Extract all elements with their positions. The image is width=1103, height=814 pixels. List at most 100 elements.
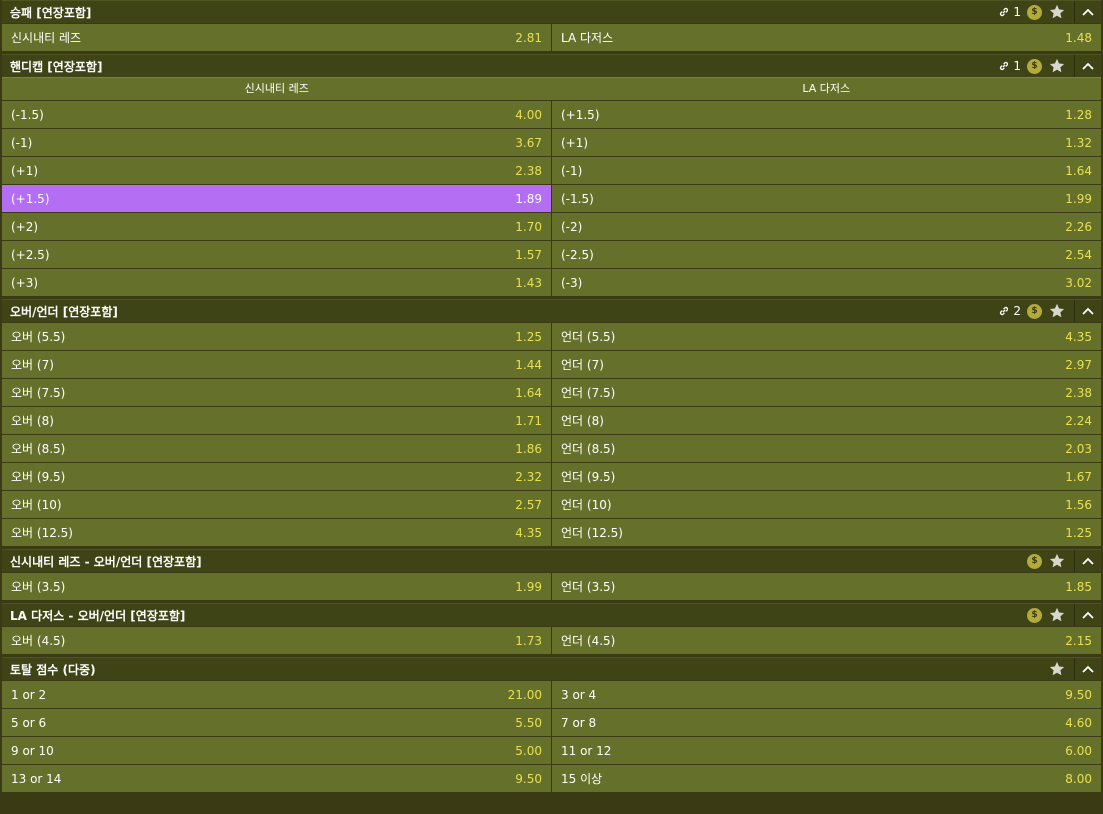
odds-button[interactable]: (-1.5) 1.99 xyxy=(552,185,1101,212)
odds-row: 5 or 6 5.50 7 or 8 4.60 xyxy=(2,709,1101,736)
selection-label: 오버 (3.5) xyxy=(11,580,66,594)
odds-row: 오버 (3.5) 1.99 언더 (3.5) 1.85 xyxy=(2,573,1101,600)
selection-label: 언더 (9.5) xyxy=(561,470,616,484)
market-title: 신시내티 레즈 - 오버/언더 [연장포함] xyxy=(10,554,202,569)
odds-button[interactable]: (+1) 2.38 xyxy=(2,157,551,184)
collapse-button[interactable] xyxy=(1074,658,1101,680)
collapse-button[interactable] xyxy=(1074,1,1101,23)
coin-icon[interactable]: $ xyxy=(1027,607,1042,623)
odds-button[interactable]: 신시내티 레즈 2.81 xyxy=(2,24,551,51)
selection-label: 언더 (5.5) xyxy=(561,330,616,344)
odds-button[interactable]: 언더 (9.5) 1.67 xyxy=(552,463,1101,490)
odds-button[interactable]: 언더 (10) 1.56 xyxy=(552,491,1101,518)
selection-label: 15 이상 xyxy=(561,772,603,786)
market-header[interactable]: LA 다저스 - 오버/언더 [연장포함] $ xyxy=(2,603,1101,626)
odds-value: 2.15 xyxy=(1065,633,1092,648)
odds-button[interactable]: (-1) 3.67 xyxy=(2,129,551,156)
odds-row: 오버 (8) 1.71 언더 (8) 2.24 xyxy=(2,407,1101,434)
odds-button[interactable]: 언더 (4.5) 2.15 xyxy=(552,627,1101,654)
odds-button[interactable]: 오버 (9.5) 2.32 xyxy=(2,463,551,490)
market-tools: $ xyxy=(1027,550,1101,572)
selection-label: 언더 (3.5) xyxy=(561,580,616,594)
odds-value: 2.38 xyxy=(1065,385,1092,400)
star-icon[interactable] xyxy=(1048,660,1066,678)
odds-button[interactable]: 5 or 6 5.50 xyxy=(2,709,551,736)
odds-button[interactable]: (-3) 3.02 xyxy=(552,269,1101,296)
odds-button[interactable]: 오버 (7.5) 1.64 xyxy=(2,379,551,406)
odds-button[interactable]: LA 다저스 1.48 xyxy=(552,24,1101,51)
selection-label: 언더 (7.5) xyxy=(561,386,616,400)
odds-button[interactable]: 언더 (12.5) 1.25 xyxy=(552,519,1101,546)
market-tools xyxy=(1048,658,1101,680)
odds-button[interactable]: (-2.5) 2.54 xyxy=(552,241,1101,268)
odds-button[interactable]: 언더 (8.5) 2.03 xyxy=(552,435,1101,462)
star-icon[interactable] xyxy=(1048,302,1066,320)
odds-button[interactable]: (+1.5) 1.89 xyxy=(2,185,551,212)
odds-button[interactable]: (+2) 1.70 xyxy=(2,213,551,240)
odds-button[interactable]: 15 이상 8.00 xyxy=(552,765,1101,792)
market-section: 신시내티 레즈 - 오버/언더 [연장포함] $ 오버 (3.5) 1.99 언더 (3… xyxy=(2,549,1101,600)
link-count: 1 xyxy=(1013,59,1021,73)
coin-icon[interactable]: $ xyxy=(1027,4,1042,20)
star-icon[interactable] xyxy=(1048,552,1066,570)
market-header[interactable]: 핸디캡 [연장포함] 1 $ xyxy=(2,54,1101,77)
odds-button[interactable]: (-2) 2.26 xyxy=(552,213,1101,240)
odds-value: 1.67 xyxy=(1065,469,1092,484)
odds-button[interactable]: 오버 (8.5) 1.86 xyxy=(2,435,551,462)
star-icon[interactable] xyxy=(1048,57,1066,75)
odds-button[interactable]: 언더 (3.5) 1.85 xyxy=(552,573,1101,600)
selection-label: (+3) xyxy=(11,275,39,290)
odds-button[interactable]: 오버 (4.5) 1.73 xyxy=(2,627,551,654)
odds-button[interactable]: 1 or 2 21.00 xyxy=(2,681,551,708)
odds-button[interactable]: 3 or 4 9.50 xyxy=(552,681,1101,708)
odds-button[interactable]: 오버 (10) 2.57 xyxy=(2,491,551,518)
odds-button[interactable]: 언더 (7) 2.97 xyxy=(552,351,1101,378)
odds-button[interactable]: 언더 (8) 2.24 xyxy=(552,407,1101,434)
odds-button[interactable]: (-1.5) 4.00 xyxy=(2,101,551,128)
selection-label: 오버 (4.5) xyxy=(11,634,66,648)
market-header[interactable]: 신시내티 레즈 - 오버/언더 [연장포함] $ xyxy=(2,549,1101,572)
selection-label: 언더 (7) xyxy=(561,358,604,372)
market-header[interactable]: 승패 [연장포함] 1 $ xyxy=(2,0,1101,23)
coin-icon[interactable]: $ xyxy=(1027,58,1042,74)
odds-button[interactable]: (-1) 1.64 xyxy=(552,157,1101,184)
odds-button[interactable]: 11 or 12 6.00 xyxy=(552,737,1101,764)
odds-value: 1.25 xyxy=(1065,525,1092,540)
odds-button[interactable]: (+2.5) 1.57 xyxy=(2,241,551,268)
collapse-button[interactable] xyxy=(1074,55,1101,77)
collapse-button[interactable] xyxy=(1074,604,1101,626)
odds-value: 1.73 xyxy=(515,633,542,648)
star-icon[interactable] xyxy=(1048,3,1066,21)
market-header[interactable]: 토탈 점수 (다중) xyxy=(2,657,1101,680)
selection-label: 언더 (8.5) xyxy=(561,442,616,456)
odds-button[interactable]: (+3) 1.43 xyxy=(2,269,551,296)
odds-button[interactable]: 9 or 10 5.00 xyxy=(2,737,551,764)
odds-button[interactable]: 오버 (3.5) 1.99 xyxy=(2,573,551,600)
odds-button[interactable]: 오버 (7) 1.44 xyxy=(2,351,551,378)
selection-label: (+1.5) xyxy=(11,191,50,206)
coin-icon[interactable]: $ xyxy=(1027,303,1042,319)
odds-button[interactable]: (+1.5) 1.28 xyxy=(552,101,1101,128)
market-section: 핸디캡 [연장포함] 1 $ 신시내티 레즈 LA 다저스 (-1.5) 4.00 (+1.5… xyxy=(2,54,1101,296)
odds-value: 1.57 xyxy=(515,247,542,262)
odds-button[interactable]: 7 or 8 4.60 xyxy=(552,709,1101,736)
odds-button[interactable]: 언더 (5.5) 4.35 xyxy=(552,323,1101,350)
linked-markets[interactable]: 2 xyxy=(998,304,1021,318)
odds-button[interactable]: 13 or 14 9.50 xyxy=(2,765,551,792)
odds-button[interactable]: 오버 (12.5) 4.35 xyxy=(2,519,551,546)
linked-markets[interactable]: 1 xyxy=(998,59,1021,73)
odds-button[interactable]: 오버 (8) 1.71 xyxy=(2,407,551,434)
coin-icon[interactable]: $ xyxy=(1027,553,1042,569)
collapse-button[interactable] xyxy=(1074,550,1101,572)
market-header[interactable]: 오버/언더 [연장포함] 2 $ xyxy=(2,299,1101,322)
odds-value: 2.54 xyxy=(1065,247,1092,262)
odds-button[interactable]: 언더 (7.5) 2.38 xyxy=(552,379,1101,406)
odds-value: 5.00 xyxy=(515,743,542,758)
odds-button[interactable]: 오버 (5.5) 1.25 xyxy=(2,323,551,350)
selection-label: 오버 (7.5) xyxy=(11,386,66,400)
collapse-button[interactable] xyxy=(1074,300,1101,322)
star-icon[interactable] xyxy=(1048,606,1066,624)
markets-list: 승패 [연장포함] 1 $ 신시내티 레즈 2.81 LA 다저스 1.48 핸디캡 [연장포… xyxy=(2,0,1101,792)
linked-markets[interactable]: 1 xyxy=(998,5,1021,19)
odds-button[interactable]: (+1) 1.32 xyxy=(552,129,1101,156)
